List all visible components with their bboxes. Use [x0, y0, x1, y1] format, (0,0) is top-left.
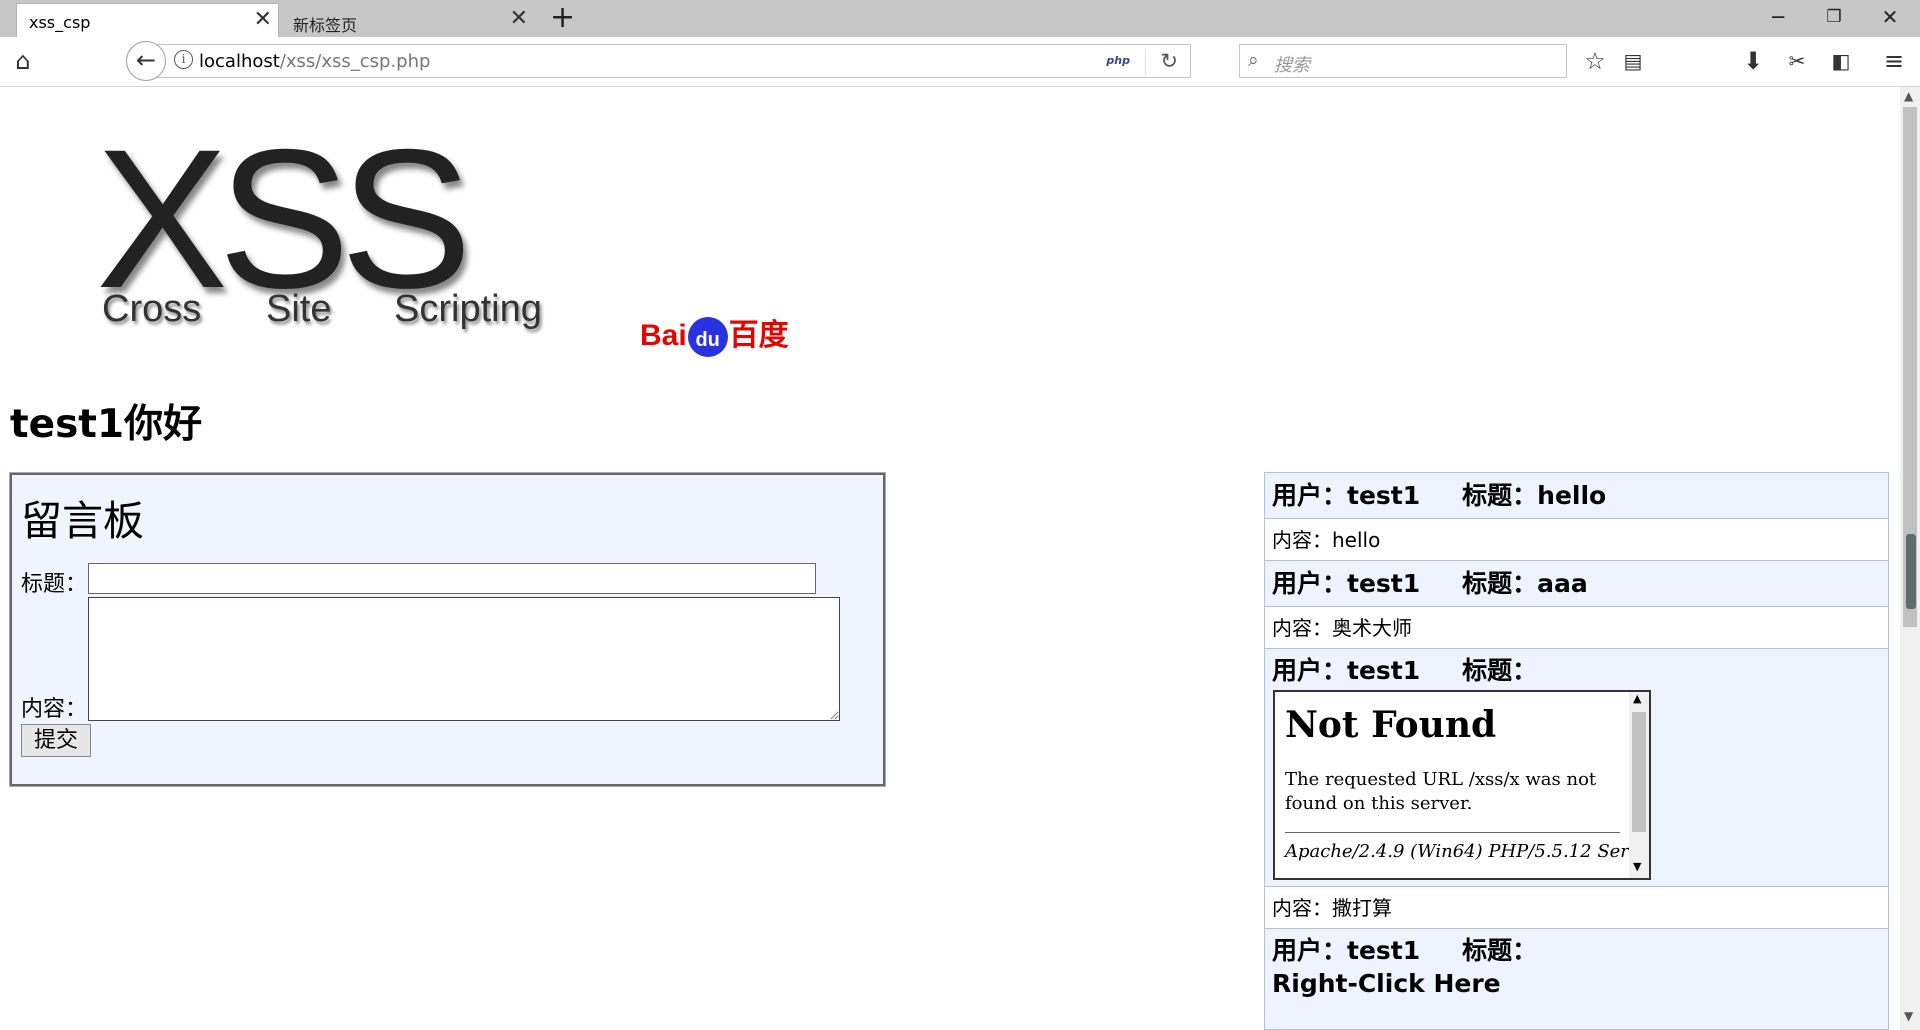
tab-strip: xss_csp ✕ 新标签页 ✕ + ─ ❐ ✕	[0, 0, 1920, 37]
message-user: 用户：test1	[1272, 481, 1421, 510]
message-content: 内容：撒打算	[1265, 887, 1888, 929]
search-bar[interactable]: ⌕ 搜索	[1239, 44, 1567, 78]
right-click-link[interactable]: Right-Click Here	[1272, 969, 1501, 998]
baidu-logo-right: 百度	[728, 319, 789, 352]
reload-icon[interactable]: ↻	[1160, 49, 1178, 73]
message-title: 标题：	[1462, 936, 1538, 965]
search-icon: ⌕	[1248, 49, 1259, 71]
iframe-heading: Not Found	[1285, 704, 1497, 746]
scroll-up-icon[interactable]: ▲	[1904, 89, 1913, 103]
bookmark-star-icon[interactable]: ☆	[1582, 43, 1608, 79]
minimize-icon[interactable]: ─	[1750, 0, 1806, 34]
php-badge: php	[1106, 54, 1130, 67]
submit-button[interactable]: 提交	[21, 724, 91, 757]
tab-new-tab[interactable]: 新标签页 ✕	[281, 3, 534, 37]
message-user: 用户：test1	[1272, 656, 1421, 685]
close-tab-icon[interactable]: ✕	[510, 8, 528, 30]
search-placeholder: 搜索	[1274, 55, 1310, 76]
side-grip[interactable]	[1906, 534, 1916, 609]
restore-icon[interactable]: ❐	[1806, 0, 1862, 34]
url-host: localhost	[199, 51, 280, 72]
title-label: 标题：	[21, 572, 88, 597]
message-list: 用户：test1 标题：hello 内容：hello 用户：test1 标题：aaa…	[1264, 472, 1889, 1030]
close-window-icon[interactable]: ✕	[1862, 0, 1918, 34]
message-content: 内容：奥术大师	[1265, 607, 1888, 649]
url-divider	[1145, 49, 1146, 75]
iframe-scrollbar[interactable]: ▲ ▼	[1629, 692, 1649, 878]
logo-subtitle-word: Scripting	[394, 288, 542, 330]
reader-list-icon[interactable]: ▤	[1620, 43, 1646, 79]
scroll-down-icon[interactable]: ▼	[1904, 1009, 1913, 1023]
sidebar-icon[interactable]: ◧	[1828, 43, 1854, 79]
content-label: 内容：	[21, 697, 88, 722]
logo-subtitle-word: Site	[266, 288, 332, 330]
logo-subtitle-word: Cross	[102, 288, 202, 330]
message-content: 内容：hello	[1265, 519, 1888, 561]
message-user: 用户：test1	[1272, 569, 1421, 598]
embedded-iframe[interactable]: Not Found The requested URL /xss/x was n…	[1273, 690, 1651, 880]
title-input[interactable]	[88, 563, 816, 594]
scroll-up-icon[interactable]: ▲	[1633, 692, 1641, 705]
tab-label: xss_csp	[29, 13, 91, 32]
message-header: 用户：test1 标题：aaa	[1265, 561, 1888, 607]
message-user: 用户：test1	[1272, 936, 1421, 965]
new-tab-button[interactable]: +	[550, 2, 575, 34]
url-path: /xss/xss_csp.php	[279, 51, 431, 72]
back-button[interactable]: ←	[126, 41, 166, 81]
iframe-divider	[1285, 832, 1620, 833]
baidu-logo-left: Bai	[640, 319, 687, 352]
page-scrollbar[interactable]: ▲ ▼	[1900, 87, 1920, 1030]
message-header: 用户：test1 标题： Right-Click Here	[1265, 929, 1888, 1029]
iframe-address: Apache/2.4.9 (Win64) PHP/5.5.12 Server	[1285, 841, 1651, 862]
xss-logo: XSS Cross Site Scripting	[96, 120, 556, 340]
url-bar[interactable]: i localhost/xss/xss_csp.php php ↻	[146, 44, 1191, 78]
screenshot-icon[interactable]: ✂	[1784, 43, 1810, 79]
message-header: 用户：test1 标题：hello	[1265, 473, 1888, 519]
baidu-logo: Bai du 百度	[640, 310, 789, 358]
baidu-paw-icon: du	[687, 317, 728, 358]
message-title: 标题：	[1462, 656, 1538, 685]
navigation-bar: ⌂ i localhost/xss/xss_csp.php php ↻ ← ⌕ …	[0, 37, 1920, 87]
url-text[interactable]: localhost/xss/xss_csp.php	[199, 51, 430, 72]
message-title: 标题：hello	[1462, 481, 1607, 510]
menu-icon[interactable]: ≡	[1880, 43, 1908, 79]
download-icon[interactable]: ⬇	[1740, 43, 1766, 79]
message-title: 标题：aaa	[1462, 569, 1588, 598]
message-board-form: 留言板 标题： 内容： 提交	[9, 472, 886, 787]
content-textarea[interactable]	[88, 597, 840, 721]
iframe-scroll-thumb[interactable]	[1632, 712, 1646, 832]
greeting-heading: test1你好	[10, 402, 203, 447]
iframe-text: The requested URL /xss/x was not found o…	[1285, 769, 1597, 814]
home-icon[interactable]: ⌂	[10, 43, 36, 79]
tab-label: 新标签页	[293, 16, 358, 35]
site-info-icon[interactable]: i	[174, 50, 193, 69]
board-title: 留言板	[21, 497, 144, 545]
scroll-down-icon[interactable]: ▼	[1633, 860, 1641, 873]
close-tab-icon[interactable]: ✕	[254, 9, 272, 31]
tab-xss-csp[interactable]: xss_csp ✕	[16, 3, 279, 37]
